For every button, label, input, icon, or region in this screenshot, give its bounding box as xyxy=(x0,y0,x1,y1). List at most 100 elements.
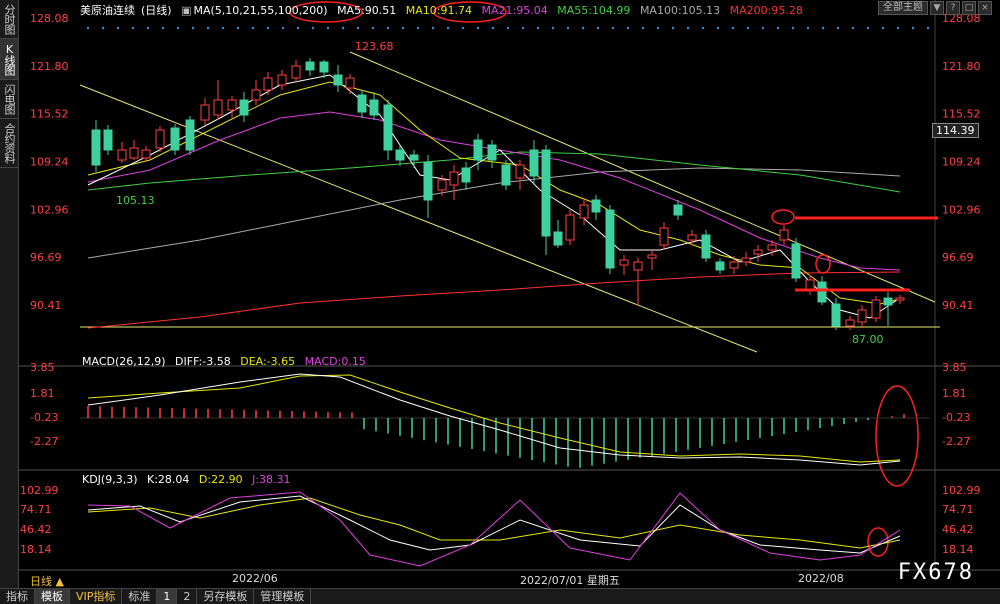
dot-marker xyxy=(266,26,270,30)
candle-body xyxy=(319,61,329,73)
dot-marker xyxy=(836,26,840,30)
dot-marker xyxy=(236,26,240,30)
save-template-button[interactable]: 另存模板 xyxy=(197,589,255,604)
kdj-j-line xyxy=(87,491,901,567)
candle-body xyxy=(633,261,643,271)
candle-body xyxy=(333,74,343,86)
dot-marker xyxy=(566,26,570,30)
candle-body xyxy=(383,104,393,151)
candle-body xyxy=(213,99,223,116)
dot-marker xyxy=(161,26,165,30)
candle-body xyxy=(227,99,237,111)
close-icon[interactable]: × xyxy=(978,1,992,15)
macd-tick-left: -2.27 xyxy=(30,435,58,448)
high-label: 123.68 xyxy=(355,40,394,53)
candle-body xyxy=(461,167,471,183)
macd-tick-left: 1.81 xyxy=(30,387,55,400)
tab-vip-indicator[interactable]: VIP指标 xyxy=(70,589,123,604)
dot-marker xyxy=(101,26,105,30)
tab-indicator[interactable]: 指标 xyxy=(0,589,35,604)
dot-marker xyxy=(311,26,315,30)
ma-params: MA(5,10,21,55,100,200) xyxy=(193,4,328,17)
price-tick-right: 115.52 xyxy=(942,108,981,121)
candle-body xyxy=(871,299,881,319)
dot-marker xyxy=(806,26,810,30)
tab-timeshare[interactable]: 分时图 xyxy=(0,0,18,39)
ma5-value: MA5:90.51 xyxy=(337,4,397,17)
candle-body xyxy=(473,139,483,161)
dot-marker xyxy=(866,26,870,30)
dot-marker xyxy=(581,26,585,30)
maximize-icon[interactable]: □ xyxy=(962,1,976,15)
dot-marker xyxy=(176,26,180,30)
candle-body xyxy=(767,244,777,251)
candle-body xyxy=(277,74,287,86)
tab-flash[interactable]: 闪电图 xyxy=(0,80,18,119)
highlight-circle xyxy=(815,254,831,274)
theme-select[interactable]: 全部主题 xyxy=(878,1,928,15)
price-tick-left: 109.24 xyxy=(30,156,69,169)
dot-marker xyxy=(686,26,690,30)
candle-body xyxy=(239,99,249,116)
dot-marker xyxy=(356,26,360,30)
candle-body xyxy=(779,229,789,241)
dot-marker xyxy=(701,26,705,30)
macd-tick-right: -2.27 xyxy=(942,435,970,448)
dot-marker xyxy=(371,26,375,30)
tab-kline[interactable]: K线图 xyxy=(0,39,18,80)
candle-body xyxy=(129,147,139,159)
tab-page-1[interactable]: 1 xyxy=(157,589,178,604)
dot-marker xyxy=(656,26,660,30)
ma200-value: MA200:95.28 xyxy=(729,4,803,17)
dot-marker xyxy=(221,26,225,30)
candle-body xyxy=(291,65,301,79)
candle-body xyxy=(409,154,419,161)
tab-contract-info[interactable]: 合约资料 xyxy=(0,119,18,168)
tab-template[interactable]: 模板 xyxy=(35,589,70,604)
candle-body xyxy=(369,99,379,116)
ma10-line xyxy=(87,81,901,305)
ma200-line xyxy=(87,271,901,329)
candle-body xyxy=(305,61,315,71)
price-tick-left: 128.08 xyxy=(30,12,69,25)
kdj-tick-left: 46.42 xyxy=(20,523,52,536)
dot-marker xyxy=(536,26,540,30)
candle-body xyxy=(251,89,261,101)
dot-marker xyxy=(821,26,825,30)
help-icon[interactable]: ? xyxy=(946,1,960,15)
dot-marker xyxy=(716,26,720,30)
dot-marker xyxy=(446,26,450,30)
candle-body xyxy=(423,161,433,201)
candle-body xyxy=(687,234,697,241)
tab-standard[interactable]: 标准 xyxy=(122,589,158,604)
tab-page-2[interactable]: 2 xyxy=(177,589,198,604)
low-label: 87.00 xyxy=(852,333,884,346)
macd-tick-right: 1.81 xyxy=(942,387,967,400)
dot-marker xyxy=(326,26,330,30)
period-tag: 日线 xyxy=(145,4,168,17)
dot-marker xyxy=(596,26,600,30)
dot-marker xyxy=(746,26,750,30)
candle-body xyxy=(791,243,801,279)
candle-body xyxy=(515,164,525,179)
candle-body xyxy=(91,129,101,166)
price-tick-left: 115.52 xyxy=(30,108,69,121)
candle-body xyxy=(553,231,563,246)
period-selector[interactable]: 日线 ▲ xyxy=(30,573,64,589)
dot-marker xyxy=(896,26,900,30)
candle-body xyxy=(529,149,539,177)
dot-marker xyxy=(731,26,735,30)
ma100-value: MA100:105.13 xyxy=(639,4,721,17)
manage-template-button[interactable]: 管理模板 xyxy=(254,589,312,604)
low-label-mid: 105.13 xyxy=(116,194,155,207)
highlight-circle xyxy=(771,209,795,225)
dot-marker xyxy=(401,26,405,30)
dot-marker xyxy=(476,26,480,30)
date-label-aug: 2022/08 xyxy=(798,572,844,585)
dot-marker xyxy=(671,26,675,30)
chart-canvas[interactable]: 128.08 128.08121.80 121.80115.52 115.52109.… xyxy=(0,0,1000,603)
price-tick-right: 109.24 xyxy=(942,156,981,169)
candle-body xyxy=(541,149,551,237)
candle-body xyxy=(579,204,589,219)
chevron-down-icon[interactable]: ▼ xyxy=(930,1,944,15)
